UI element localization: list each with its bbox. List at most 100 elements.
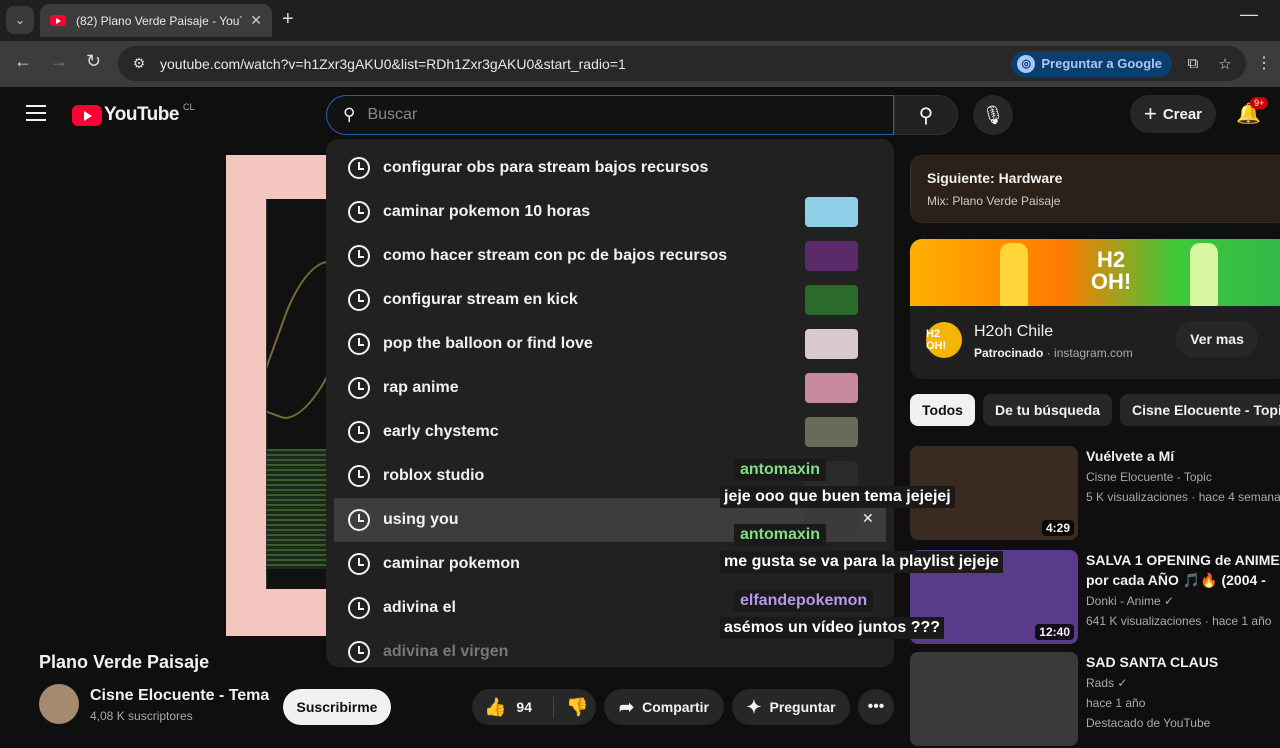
google-lens-icon: ◎ <box>1017 54 1036 73</box>
video-duration: 4:29 <box>1041 520 1074 536</box>
rec-channel[interactable]: Donki - Anime ✓ <box>1086 594 1174 608</box>
chip-channel[interactable]: Cisne Elocuente - Topic <box>1119 394 1280 426</box>
youtube-header: YouTube CL ⚲ ⚲ 🎙 + Crear 🔔 9+ <box>0 87 1280 143</box>
suggestion-thumbnail[interactable] <box>805 285 858 315</box>
browser-tab-strip: ⌄ (82) Plano Verde Paisaje - YouTube ✕ +… <box>0 0 1280 41</box>
recommended-video[interactable]: SAD SANTA CLAUS Rads ✓ hace 1 año Destacado… <box>910 652 1280 748</box>
history-icon <box>348 289 370 311</box>
search-suggestions-dropdown: configurar obs para stream bajos recurso… <box>326 139 894 667</box>
microphone-icon: 🎙 <box>981 104 1005 125</box>
filter-chips: Todos De tu búsqueda Cisne Elocuente - Top… <box>910 394 1280 426</box>
advertiser-name[interactable]: H2oh Chile <box>974 323 1053 341</box>
rec-channel[interactable]: Rads ✓ <box>1086 676 1127 690</box>
search-suggestion[interactable]: pop the balloon or find love <box>334 322 886 366</box>
browser-toolbar: ← → ↻ ⚙ youtube.com/watch?v=h1Zxr3gAKU0&… <box>0 41 1280 87</box>
suggestion-text: rap anime <box>383 379 459 396</box>
suggestion-thumbnail[interactable] <box>805 417 858 447</box>
history-icon <box>348 201 370 223</box>
search-box[interactable]: ⚲ <box>326 95 894 135</box>
remove-suggestion-icon[interactable]: ✕ <box>862 510 874 527</box>
dislike-button[interactable]: 👎 <box>554 697 588 718</box>
recommended-video[interactable]: 4:29 Vuélvete a Mí Cisne Elocuente - Topic… <box>910 446 1280 542</box>
tab-title: (82) Plano Verde Paisaje - YouTube <box>76 13 242 28</box>
history-icon <box>348 421 370 443</box>
new-tab-button[interactable]: + <box>282 8 294 31</box>
chat-text: me gusta se va para la playlist jejeje <box>720 551 1003 573</box>
ask-google-label: Preguntar a Google <box>1041 56 1162 71</box>
create-label: Crear <box>1162 105 1203 123</box>
suggestion-text: configurar stream en kick <box>383 291 578 308</box>
suggestion-text: early chystemc <box>383 423 499 440</box>
bookmark-star-icon[interactable]: ☆ <box>1214 55 1236 73</box>
country-code: CL <box>182 102 195 112</box>
youtube-favicon-icon <box>50 15 66 26</box>
bottle-image <box>1190 243 1218 306</box>
rec-meta: 5 K visualizaciones · hace 4 semanas <box>1086 490 1280 504</box>
chip-all[interactable]: Todos <box>910 394 975 426</box>
minimize-button[interactable]: — <box>1240 4 1258 25</box>
chip-from-search[interactable]: De tu búsqueda <box>982 394 1112 426</box>
ask-google-button[interactable]: ◎ Preguntar a Google <box>1011 50 1172 77</box>
suggestion-thumbnail[interactable] <box>805 329 858 359</box>
voice-search-button[interactable]: 🎙 <box>973 95 1013 135</box>
search-suggestion[interactable]: early chystemc <box>334 410 886 454</box>
browser-menu-icon[interactable]: ⋮ <box>1256 53 1272 73</box>
back-arrow-icon[interactable]: ← <box>14 51 32 72</box>
tab-search-icon[interactable]: ⌄ <box>6 6 34 34</box>
bottle-image <box>1000 243 1028 306</box>
video-thumbnail[interactable] <box>910 652 1078 746</box>
history-icon <box>348 465 370 487</box>
notifications-button[interactable]: 🔔 9+ <box>1236 97 1269 126</box>
install-app-icon[interactable]: ⧉ <box>1182 55 1204 72</box>
ask-label: Preguntar <box>769 699 836 715</box>
sponsored-ad[interactable]: H2 OH! H2 OH! H2oh Chile Patrocinado · i… <box>910 239 1280 379</box>
address-bar[interactable]: ⚙ youtube.com/watch?v=h1Zxr3gAKU0&list=R… <box>118 46 1246 81</box>
search-suggestion[interactable]: configurar obs para stream bajos recurso… <box>334 146 886 190</box>
ad-banner[interactable]: H2 OH! <box>910 239 1280 306</box>
suggestion-text: caminar pokemon <box>383 555 520 572</box>
rec-title[interactable]: SALVA 1 OPENING de ANIME por cada AÑO 🎵🔥… <box>1086 550 1280 590</box>
ad-domain: · instagram.com <box>1046 346 1133 360</box>
search-suggestion[interactable]: como hacer stream con pc de bajos recurs… <box>334 234 886 278</box>
playlist-next-up[interactable]: Siguiente: Hardware Mix: Plano Verde Pai… <box>910 155 1280 223</box>
suggestion-text: configurar obs para stream bajos recurso… <box>383 159 709 176</box>
video-title: Plano Verde Paisaje <box>39 652 210 672</box>
search-button[interactable]: ⚲ <box>894 95 958 135</box>
history-icon <box>348 377 370 399</box>
channel-name[interactable]: Cisne Elocuente - Tema <box>90 687 269 705</box>
advertiser-logo[interactable]: H2 OH! <box>926 322 962 358</box>
share-arrow-icon: ➦ <box>619 696 635 717</box>
suggestion-text: adivina el <box>383 599 456 616</box>
hamburger-menu-icon[interactable] <box>26 105 46 121</box>
rec-channel[interactable]: Cisne Elocuente - Topic <box>1086 470 1212 484</box>
browser-tab[interactable]: (82) Plano Verde Paisaje - YouTube ✕ <box>40 4 272 37</box>
ad-cta-button[interactable]: Ver mas <box>1176 321 1258 357</box>
thumbs-up-icon: 👍 <box>484 696 507 717</box>
suggestion-thumbnail[interactable] <box>805 241 858 271</box>
forward-arrow-icon[interactable]: → <box>50 51 68 72</box>
search-suggestion[interactable]: rap anime <box>334 366 886 410</box>
reload-icon[interactable]: ↻ <box>86 51 101 72</box>
search-input[interactable] <box>367 106 848 124</box>
suggestion-thumbnail[interactable] <box>805 197 858 227</box>
suggestion-text: caminar pokemon 10 horas <box>383 203 591 220</box>
rec-badge: Destacado de YouTube <box>1086 716 1211 730</box>
create-button[interactable]: + Crear <box>1130 95 1216 133</box>
url-text[interactable]: youtube.com/watch?v=h1Zxr3gAKU0&list=RDh… <box>160 56 1011 72</box>
search-suggestion[interactable]: caminar pokemon 10 horas <box>334 190 886 234</box>
channel-avatar[interactable] <box>39 684 79 724</box>
subscriber-count: 4,08 K suscriptores <box>90 709 193 723</box>
like-button[interactable]: 👍 94 <box>472 696 554 718</box>
rec-title[interactable]: SAD SANTA CLAUS <box>1086 652 1280 672</box>
more-dots-icon: ••• <box>867 698 885 715</box>
ad-sponsor-line: Patrocinado · instagram.com <box>974 346 1133 360</box>
youtube-logo[interactable]: YouTube CL <box>72 102 195 126</box>
site-info-icon[interactable]: ⚙ <box>126 51 152 77</box>
like-count: 94 <box>516 699 532 715</box>
search-suggestion[interactable]: configurar stream en kick <box>334 278 886 322</box>
suggestion-thumbnail[interactable] <box>805 373 858 403</box>
rec-title[interactable]: Vuélvete a Mí <box>1086 446 1280 466</box>
next-title: Hardware <box>998 170 1063 186</box>
chat-username: antomaxin <box>734 459 827 481</box>
tab-close-icon[interactable]: ✕ <box>250 12 262 29</box>
